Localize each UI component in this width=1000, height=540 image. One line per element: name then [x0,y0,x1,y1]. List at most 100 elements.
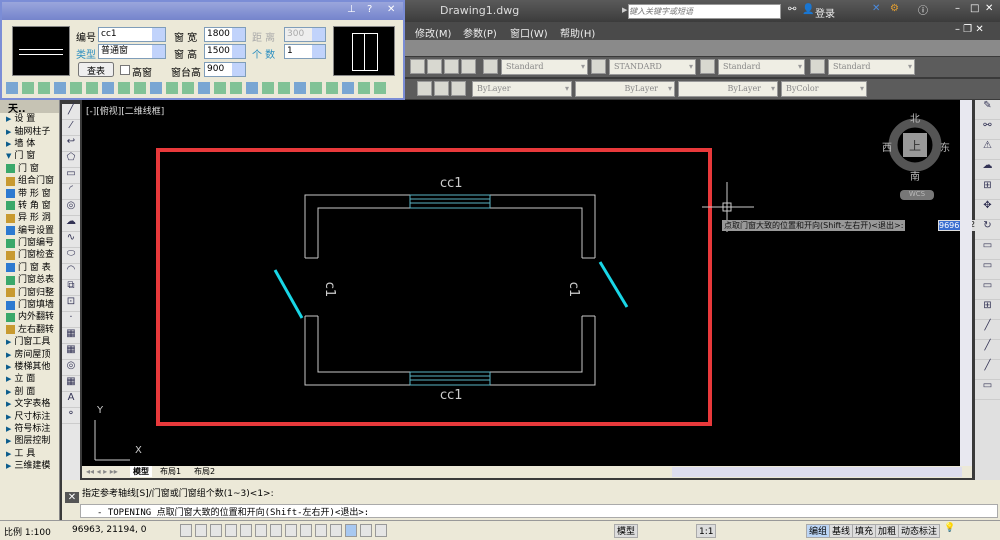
palette-item[interactable]: ▶ 墙 体 [0,138,59,150]
modify-tool-icon[interactable]: ☁ [975,160,1000,180]
tool-icon[interactable] [310,82,322,94]
tool-icon[interactable] [326,82,338,94]
tool-icon[interactable] [230,82,242,94]
height-select[interactable]: 1500 [204,44,246,59]
modify-tool-icon[interactable]: ▭ [975,380,1000,400]
palette-item[interactable]: 转 角 窗 [0,200,59,212]
palette-item[interactable]: 左右翻转 [0,324,59,336]
modify-tool-icon[interactable]: ↻ [975,220,1000,240]
modify-tool-icon[interactable]: ▭ [975,240,1000,260]
mleader-style-select[interactable]: Standard [828,59,915,75]
draw-tool-icon[interactable]: ▭ [62,168,80,184]
user-icon[interactable]: 👤 [802,4,814,15]
palette-item[interactable]: 门窗填墙 [0,299,59,311]
draw-tool-icon[interactable]: ⬭ [62,248,80,264]
palette-item[interactable]: 编号设置 [0,225,59,237]
palette-item[interactable]: ▶ 立 面 [0,373,59,385]
wcs-menu[interactable]: WCS [900,190,934,200]
lookup-button[interactable]: 查表 [78,62,114,77]
toolbar-icon[interactable] [444,59,459,74]
status-toggle-fill[interactable]: 填充 [852,524,877,538]
tool-icon[interactable] [22,82,34,94]
drafting-toggle[interactable] [225,524,237,537]
palette-item[interactable]: ▶ 轴网柱子 [0,125,59,137]
minimize-button[interactable]: – [955,3,960,14]
drafting-toggle[interactable] [240,524,252,537]
palette-item[interactable]: ▶ 设 置 [0,113,59,125]
tool-icon[interactable] [214,82,226,94]
doc-minimize-button[interactable]: – ❐ ✕ [955,24,984,35]
drafting-toggle[interactable] [330,524,342,537]
width-select[interactable]: 1800 [204,27,246,42]
help-icon[interactable]: ⓘ [918,2,928,17]
help-button[interactable]: ? [367,4,372,15]
tool-icon[interactable] [198,82,210,94]
model-button[interactable]: 模型 [614,524,639,538]
drafting-toggle[interactable] [255,524,267,537]
tool-icon[interactable] [246,82,258,94]
drafting-toggle[interactable] [375,524,387,537]
toolbar-icon[interactable] [427,59,442,74]
modify-tool-icon[interactable]: ⚯ [975,120,1000,140]
modify-tool-icon[interactable]: ╱ [975,360,1000,380]
tool-icon[interactable] [118,82,130,94]
palette-item[interactable]: 门窗编号 [0,237,59,249]
binoculars-icon[interactable]: ⚯ [788,4,796,15]
color-select[interactable]: ByLayer [472,81,572,97]
pin-icon[interactable]: ⊥ [347,4,356,15]
command-input[interactable]: - TOPENING 点取门窗大致的位置和开向(Shift-左右开)<退出>: [80,504,998,518]
lineweight-select[interactable]: ByLayer [678,81,778,97]
tool-icon[interactable] [150,82,162,94]
palette-item[interactable]: 门窗归整 [0,286,59,298]
tab-nav-arrows[interactable]: ◂◂ ◂ ▸ ▸▸ [86,467,118,476]
drafting-toggle[interactable] [195,524,207,537]
layer-icon[interactable] [451,81,466,96]
viewcube-east[interactable]: 东 [940,139,950,154]
exchange-icon[interactable]: ✕ [872,3,880,14]
dim-style-select[interactable]: STANDARD [609,59,696,75]
modify-tool-icon[interactable]: ⊞ [975,300,1000,320]
palette-item[interactable]: ▶ 工 具 [0,448,59,460]
table-style-select[interactable]: Standard [718,59,805,75]
palette-item[interactable]: 门窗总表 [0,274,59,286]
draw-tool-icon[interactable]: ↩ [62,136,80,152]
apps-icon[interactable]: ⚙ [890,3,899,14]
drafting-toggle[interactable] [285,524,297,537]
drawing-canvas[interactable]: [-][俯视][二维线框] [82,100,960,466]
modify-tool-icon[interactable]: ⚠ [975,140,1000,160]
tool-icon[interactable] [342,82,354,94]
modify-tool-icon[interactable]: ✥ [975,200,1000,220]
drafting-toggle[interactable] [360,524,372,537]
palette-item[interactable]: 异 形 洞 [0,212,59,224]
draw-tool-icon[interactable]: ⬠ [62,152,80,168]
palette-item[interactable]: 带 形 窗 [0,187,59,199]
tool-icon[interactable] [294,82,306,94]
palette-item[interactable]: 门窗检查 [0,249,59,261]
modify-tool-icon[interactable]: ✎ [975,100,1000,120]
tool-icon[interactable] [38,82,50,94]
vertical-scrollbar[interactable] [960,100,972,466]
annotation-scale[interactable]: 1:1 [696,524,717,538]
draw-tool-icon[interactable]: ⁄ [62,120,80,136]
palette-item[interactable]: 门 窗 表 [0,262,59,274]
modify-tool-icon[interactable]: ⊞ [975,180,1000,200]
palette-item[interactable]: ▶ 图层控制 [0,435,59,447]
tool-icon[interactable] [182,82,194,94]
draw-tool-icon[interactable]: ◎ [62,200,80,216]
drafting-toggle[interactable] [300,524,312,537]
menu-help[interactable]: 帮助(H) [560,25,595,40]
tool-icon[interactable] [134,82,146,94]
help-icon[interactable] [461,59,476,74]
draw-tool-icon[interactable]: ∿ [62,232,80,248]
tab-layout1[interactable]: 布局1 [160,466,181,477]
palette-item[interactable]: ▶ 楼梯其他 [0,361,59,373]
linetype-select[interactable]: ByLayer [575,81,675,97]
draw-tool-icon[interactable]: ╱ [62,104,80,120]
tool-icon[interactable] [70,82,82,94]
draw-tool-icon[interactable]: ◠ [62,264,80,280]
number-select[interactable]: cc1 [98,27,166,42]
tool-icon[interactable] [278,82,290,94]
drafting-toggle[interactable] [315,524,327,537]
draw-tool-icon[interactable]: ▦ [62,328,80,344]
status-toggle-group[interactable]: 编组 [806,524,831,538]
